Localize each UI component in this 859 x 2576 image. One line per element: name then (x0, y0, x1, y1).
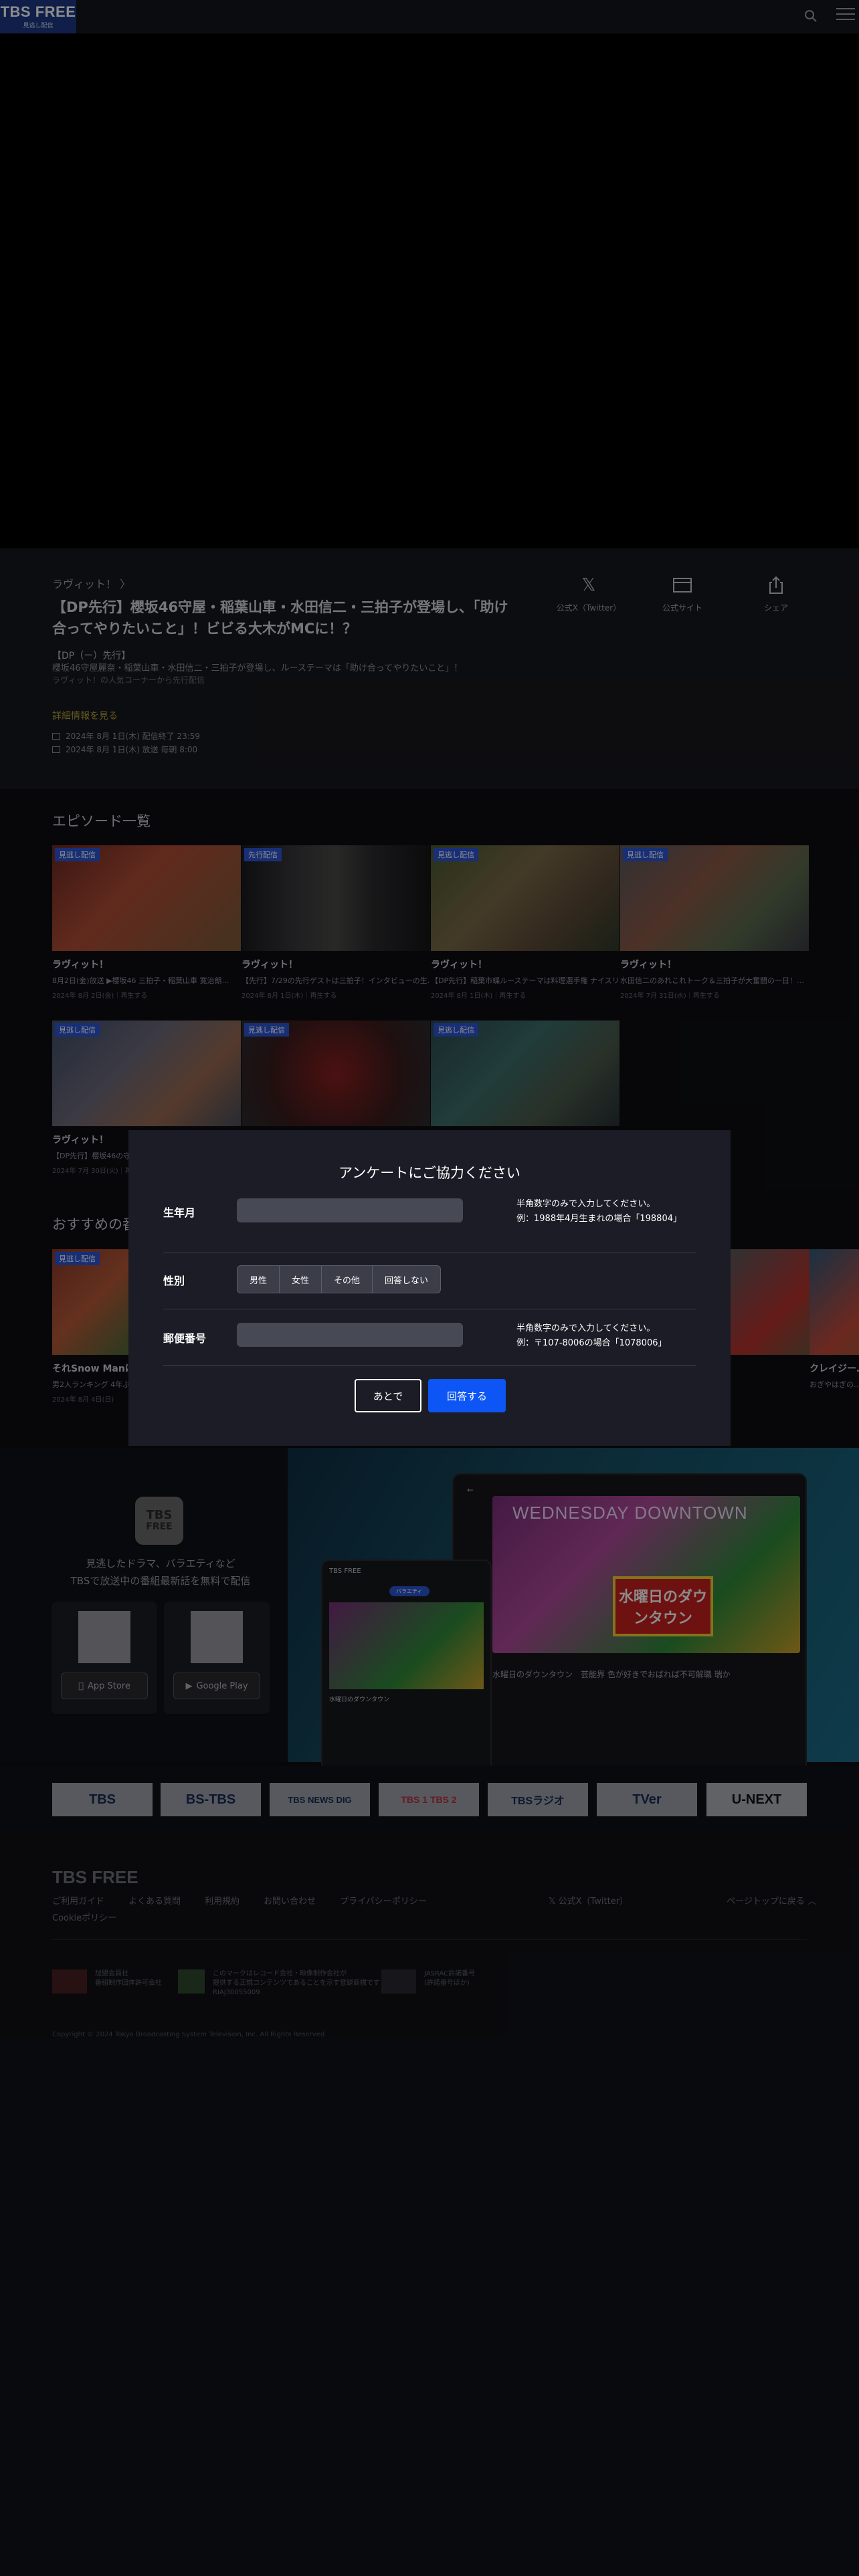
birth-row: 生年月 半角数字のみで入力してください。 例：1988年4月生まれの場合「198… (163, 1197, 696, 1253)
later-button[interactable]: あとで (355, 1379, 421, 1412)
answer-button[interactable]: 回答する (428, 1379, 506, 1412)
birth-help: 半角数字のみで入力してください。 例：1988年4月生まれの場合「198804」 (516, 1199, 682, 1224)
survey-modal: アンケートにご協力ください 生年月 半角数字のみで入力してください。 例：198… (128, 1130, 731, 1446)
gender-option-female[interactable]: 女性 (280, 1266, 322, 1293)
gender-segmented-control: 男性 女性 その他 回答しない (237, 1265, 442, 1293)
zip-row: 郵便番号 半角数字のみで入力してください。 例：〒107-8006の場合「107… (163, 1309, 696, 1366)
gender-option-no-answer[interactable]: 回答しない (373, 1266, 440, 1293)
zip-input[interactable] (237, 1323, 463, 1347)
gender-row: 性別 男性 女性 その他 回答しない (163, 1253, 696, 1309)
zip-help: 半角数字のみで入力してください。 例：〒107-8006の場合「1078006」 (516, 1323, 667, 1348)
zip-label: 郵便番号 (163, 1332, 207, 1345)
gender-option-male[interactable]: 男性 (237, 1266, 280, 1293)
birth-input[interactable] (237, 1198, 463, 1222)
survey-title: アンケートにご協力ください (339, 1165, 520, 1181)
gender-label: 性別 (163, 1275, 185, 1287)
birth-label: 生年月 (163, 1206, 196, 1219)
gender-option-other[interactable]: その他 (322, 1266, 373, 1293)
